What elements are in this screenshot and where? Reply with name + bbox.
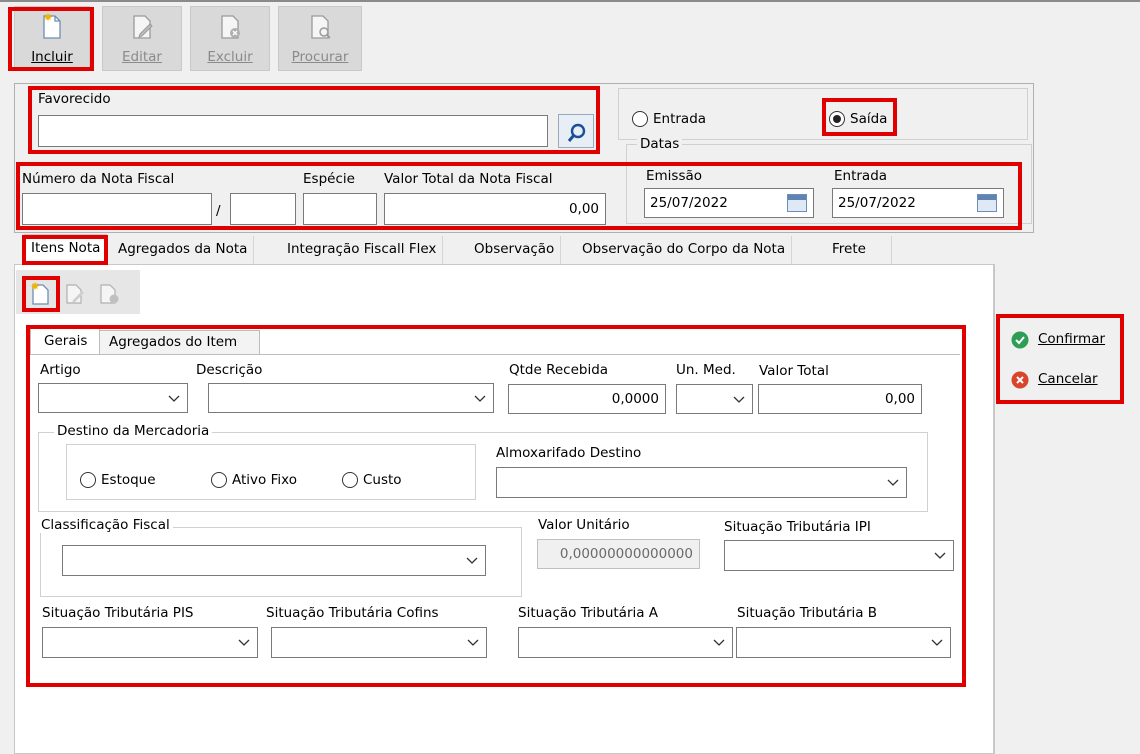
sit-ipi-label: Situação Tributária IPI xyxy=(724,519,871,535)
unmed-label: Un. Med. xyxy=(676,362,736,378)
especie-label: Espécie xyxy=(303,171,355,187)
delete-document-icon xyxy=(221,15,240,39)
sit-b-label: Situação Tributária B xyxy=(737,605,878,621)
favorecido-input[interactable] xyxy=(38,115,548,147)
entrada-label: Entrada xyxy=(653,111,707,127)
saida-radio[interactable] xyxy=(829,111,845,127)
custo-label: Custo xyxy=(363,472,402,488)
almoxarifado-select[interactable] xyxy=(496,467,907,498)
especie-input[interactable] xyxy=(303,193,377,225)
procurar-label: Procurar xyxy=(291,49,349,65)
sit-a-label: Situação Tributária A xyxy=(518,605,659,621)
estoque-label: Estoque xyxy=(101,472,156,488)
numero-separator: / xyxy=(216,203,221,219)
saida-label: Saída xyxy=(850,111,888,127)
editar-label: Editar xyxy=(122,49,162,65)
chevron-down-icon xyxy=(467,639,479,646)
cancel-circle-icon xyxy=(1011,371,1029,389)
incluir-button[interactable]: Incluir xyxy=(14,6,90,71)
qtde-input[interactable]: 0,0000 xyxy=(508,384,666,414)
tab-itens-nota[interactable]: Itens Nota xyxy=(24,234,108,264)
incluir-label: Incluir xyxy=(31,49,73,65)
new-item-icon[interactable] xyxy=(30,281,52,305)
ativo-fixo-radio[interactable] xyxy=(211,472,227,488)
valor-total-nota-input[interactable]: 0,00 xyxy=(384,193,606,225)
favorecido-label: Favorecido xyxy=(38,91,111,107)
search-icon xyxy=(567,123,586,142)
chevron-down-icon xyxy=(931,639,943,646)
chevron-down-icon xyxy=(934,552,946,559)
custo-radio[interactable] xyxy=(342,472,358,488)
chevron-down-icon xyxy=(474,395,486,402)
sit-a-select[interactable] xyxy=(518,627,733,658)
qtde-label: Qtde Recebida xyxy=(509,362,609,378)
artigo-label: Artigo xyxy=(40,362,81,378)
valor-unitario-label: Valor Unitário xyxy=(538,517,630,533)
calendar-icon[interactable] xyxy=(787,194,807,212)
sit-cofins-label: Situação Tributária Cofins xyxy=(266,605,439,621)
new-document-icon xyxy=(43,13,61,39)
chevron-down-icon xyxy=(733,396,745,403)
ativo-fixo-label: Ativo Fixo xyxy=(232,472,297,488)
delete-item-icon[interactable] xyxy=(98,283,122,305)
sit-b-select[interactable] xyxy=(736,627,951,658)
unmed-select[interactable] xyxy=(676,384,753,414)
subtab-agregados-item[interactable]: Agregados do Item xyxy=(100,330,260,354)
artigo-select[interactable] xyxy=(38,383,188,413)
valor-unitario-input: 0,00000000000000 xyxy=(537,539,700,569)
classificacao-select[interactable] xyxy=(62,545,486,576)
chevron-down-icon xyxy=(168,395,180,402)
cancelar-button[interactable]: Cancelar xyxy=(1002,362,1120,396)
entrada-radio[interactable] xyxy=(632,111,648,127)
editar-button[interactable]: Editar xyxy=(102,6,182,71)
search-document-icon xyxy=(311,15,331,39)
datas-title: Datas xyxy=(637,136,683,152)
subtab-gerais[interactable]: Gerais xyxy=(30,328,100,354)
tab-observacao-corpo[interactable]: Observação do Corpo da Nota xyxy=(576,236,793,264)
sit-ipi-select[interactable] xyxy=(724,540,954,571)
tab-agregados-nota[interactable]: Agregados da Nota xyxy=(112,236,255,264)
chevron-down-icon xyxy=(887,479,899,486)
destino-title: Destino da Mercadoria xyxy=(54,423,213,439)
entrada-date-input[interactable]: 25/07/2022 xyxy=(832,188,1004,218)
chevron-down-icon xyxy=(713,639,725,646)
chevron-down-icon xyxy=(238,639,250,646)
sit-pis-label: Situação Tributária PIS xyxy=(42,605,194,621)
valor-total-input[interactable]: 0,00 xyxy=(758,384,922,414)
window-top-border xyxy=(0,0,1140,2)
valor-total-nota-label: Valor Total da Nota Fiscal xyxy=(384,171,553,187)
tab-integracao[interactable]: Integração Fiscall Flex xyxy=(281,236,444,264)
chevron-down-icon xyxy=(466,557,478,564)
excluir-label: Excluir xyxy=(207,49,253,65)
entrada-date-label: Entrada xyxy=(834,168,888,184)
emissao-label: Emissão xyxy=(646,168,703,184)
check-circle-icon xyxy=(1011,331,1029,349)
edit-item-icon[interactable] xyxy=(64,283,88,305)
descricao-select[interactable] xyxy=(208,383,494,413)
numero-nota-input[interactable] xyxy=(22,193,212,225)
tab-frete[interactable]: Frete xyxy=(826,236,892,264)
almoxarifado-label: Almoxarifado Destino xyxy=(496,445,642,461)
confirmar-button[interactable]: Confirmar xyxy=(1002,322,1120,356)
classificacao-title: Classificação Fiscal xyxy=(38,517,173,533)
excluir-button[interactable]: Excluir xyxy=(190,6,270,71)
emissao-date-input[interactable]: 25/07/2022 xyxy=(644,188,814,218)
favorecido-search-button[interactable] xyxy=(558,114,594,148)
subtab-line xyxy=(30,354,960,355)
descricao-label: Descrição xyxy=(196,362,263,378)
tab-observacao[interactable]: Observação xyxy=(468,236,562,264)
valor-total-label: Valor Total xyxy=(759,363,829,379)
numero-nota-label: Número da Nota Fiscal xyxy=(22,171,175,187)
estoque-radio[interactable] xyxy=(80,472,96,488)
edit-document-icon xyxy=(133,15,153,39)
serie-input[interactable] xyxy=(230,193,296,225)
sit-pis-select[interactable] xyxy=(42,627,258,658)
sit-cofins-select[interactable] xyxy=(271,627,487,658)
procurar-button[interactable]: Procurar xyxy=(278,6,362,71)
calendar-icon[interactable] xyxy=(977,194,997,212)
